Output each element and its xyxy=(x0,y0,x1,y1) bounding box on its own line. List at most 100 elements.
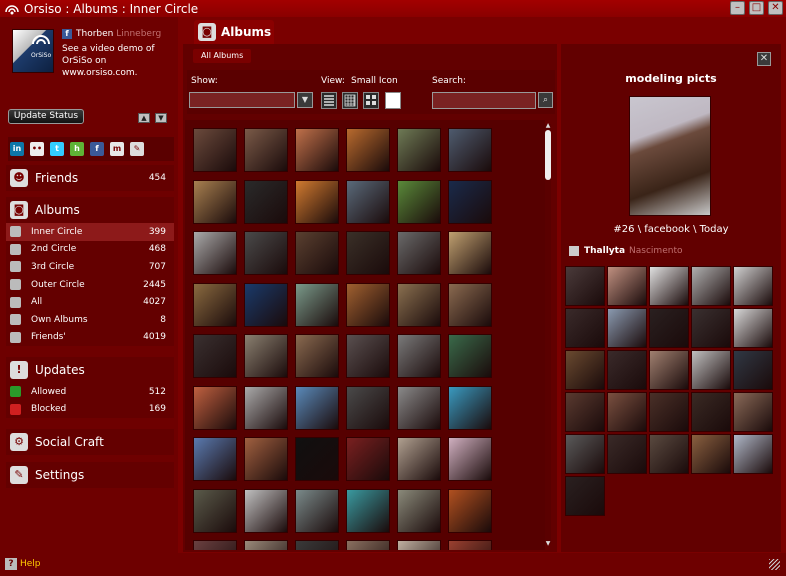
show-select[interactable] xyxy=(189,92,295,108)
close-panel-button[interactable]: ✕ xyxy=(757,52,771,66)
help-link[interactable]: Help xyxy=(20,559,41,569)
album-photo[interactable] xyxy=(607,392,647,432)
album-thumbnail[interactable] xyxy=(346,231,390,275)
album-photo[interactable] xyxy=(691,392,731,432)
album-thumbnail[interactable] xyxy=(397,488,441,533)
album-thumbnail[interactable] xyxy=(193,179,237,224)
album-item[interactable]: 2nd Circle 468 xyxy=(6,241,174,259)
nav-social-craft[interactable]: ⚙ Social Craft xyxy=(6,429,174,455)
album-thumbnail[interactable] xyxy=(295,282,339,327)
album-thumbnail[interactable] xyxy=(346,488,390,533)
album-thumbnail[interactable] xyxy=(448,437,492,481)
album-thumbnail[interactable] xyxy=(397,540,441,550)
album-photo[interactable] xyxy=(649,350,689,390)
album-thumbnail[interactable] xyxy=(295,231,339,275)
album-thumbnail[interactable] xyxy=(244,128,288,172)
album-item[interactable]: 3rd Circle 707 xyxy=(6,258,174,276)
album-thumbnail[interactable] xyxy=(448,334,492,378)
hyves-icon[interactable]: h xyxy=(70,142,84,156)
album-thumbnail[interactable] xyxy=(346,334,390,378)
album-thumbnail[interactable] xyxy=(448,488,492,533)
album-photo[interactable] xyxy=(607,434,647,474)
album-owner[interactable]: Thallyta Nascimento xyxy=(569,246,682,256)
album-photo[interactable] xyxy=(607,308,647,348)
linkedin-icon[interactable]: in xyxy=(10,142,24,156)
scrollbar-track[interactable] xyxy=(545,124,551,544)
album-photo[interactable] xyxy=(733,434,773,474)
album-thumbnail[interactable] xyxy=(346,540,390,550)
album-photo[interactable] xyxy=(565,350,605,390)
album-thumbnail[interactable] xyxy=(448,385,492,430)
album-thumbnail[interactable] xyxy=(193,488,237,533)
album-thumbnail[interactable] xyxy=(244,282,288,327)
album-photo[interactable] xyxy=(649,266,689,306)
album-photo[interactable] xyxy=(607,350,647,390)
album-thumbnail[interactable] xyxy=(244,231,288,275)
album-thumbnail[interactable] xyxy=(193,385,237,430)
update-status-button[interactable]: Update Status xyxy=(8,109,84,124)
album-photo[interactable] xyxy=(649,392,689,432)
album-photo[interactable] xyxy=(649,434,689,474)
album-thumbnail[interactable] xyxy=(346,385,390,430)
album-item[interactable]: Own Albums 8 xyxy=(6,311,174,329)
album-thumbnail[interactable] xyxy=(397,128,441,172)
small-grid-view-button[interactable] xyxy=(342,92,358,109)
album-thumbnail[interactable] xyxy=(346,437,390,481)
album-photo[interactable] xyxy=(691,266,731,306)
search-input[interactable] xyxy=(432,92,536,109)
scroll-down-button[interactable]: ▼ xyxy=(155,113,167,123)
album-photo[interactable] xyxy=(565,392,605,432)
album-thumbnail[interactable] xyxy=(244,385,288,430)
album-photo[interactable] xyxy=(691,434,731,474)
search-icon[interactable]: ⌕ xyxy=(538,92,553,108)
album-thumbnail[interactable] xyxy=(295,437,339,481)
album-thumbnail[interactable] xyxy=(244,334,288,378)
album-thumbnail[interactable] xyxy=(193,437,237,481)
album-item[interactable]: Friends' 4019 xyxy=(6,329,174,347)
help-icon[interactable]: ? xyxy=(5,558,17,570)
album-photo[interactable] xyxy=(565,476,605,516)
album-thumbnail[interactable] xyxy=(244,540,288,550)
avatar[interactable]: OrSiSo xyxy=(12,29,54,73)
album-thumbnail[interactable] xyxy=(346,179,390,224)
user-name[interactable]: Thorben Linneberg xyxy=(76,29,161,39)
album-photo[interactable] xyxy=(733,392,773,432)
myspace-icon[interactable]: m xyxy=(110,142,124,156)
album-thumbnail[interactable] xyxy=(244,179,288,224)
album-item[interactable]: Inner Circle 399 xyxy=(6,223,174,241)
close-button[interactable]: ✕ xyxy=(768,1,783,15)
breadcrumb[interactable]: All Albums xyxy=(193,49,252,63)
album-photo[interactable] xyxy=(565,434,605,474)
update-filter-item[interactable]: Blocked 169 xyxy=(6,401,174,419)
album-thumbnail[interactable] xyxy=(193,128,237,172)
album-photo[interactable] xyxy=(733,266,773,306)
nav-updates[interactable]: ! Updates xyxy=(6,357,174,383)
album-photo[interactable] xyxy=(733,308,773,348)
album-thumbnail[interactable] xyxy=(193,231,237,275)
nav-settings[interactable]: ✎ Settings xyxy=(6,462,174,488)
minimize-button[interactable]: – xyxy=(730,1,745,15)
album-thumbnail[interactable] xyxy=(397,437,441,481)
album-thumbnail[interactable] xyxy=(193,540,237,550)
medium-grid-view-button[interactable] xyxy=(363,92,379,109)
album-photo[interactable] xyxy=(607,266,647,306)
resize-grip-icon[interactable] xyxy=(769,559,780,570)
facebook-icon[interactable]: f xyxy=(90,142,104,156)
album-cover-image[interactable] xyxy=(629,96,711,216)
twitter-icon[interactable]: t xyxy=(50,142,64,156)
nav-albums[interactable]: ◙ Albums xyxy=(6,197,174,223)
scrollbar-thumb[interactable] xyxy=(545,130,551,180)
scroll-down-arrow-icon[interactable]: ▼ xyxy=(543,540,553,547)
album-photo[interactable] xyxy=(733,350,773,390)
album-thumbnail[interactable] xyxy=(448,231,492,275)
album-thumbnail[interactable] xyxy=(295,334,339,378)
album-thumbnail[interactable] xyxy=(295,385,339,430)
album-thumbnail[interactable] xyxy=(448,540,492,550)
album-thumbnail[interactable] xyxy=(397,179,441,224)
album-thumbnail[interactable] xyxy=(448,179,492,224)
scroll-up-button[interactable]: ▲ xyxy=(138,113,150,123)
flickr-icon[interactable]: •• xyxy=(30,142,44,156)
album-photo[interactable] xyxy=(649,308,689,348)
album-thumbnail[interactable] xyxy=(193,334,237,378)
album-item[interactable]: All 4027 xyxy=(6,293,174,311)
